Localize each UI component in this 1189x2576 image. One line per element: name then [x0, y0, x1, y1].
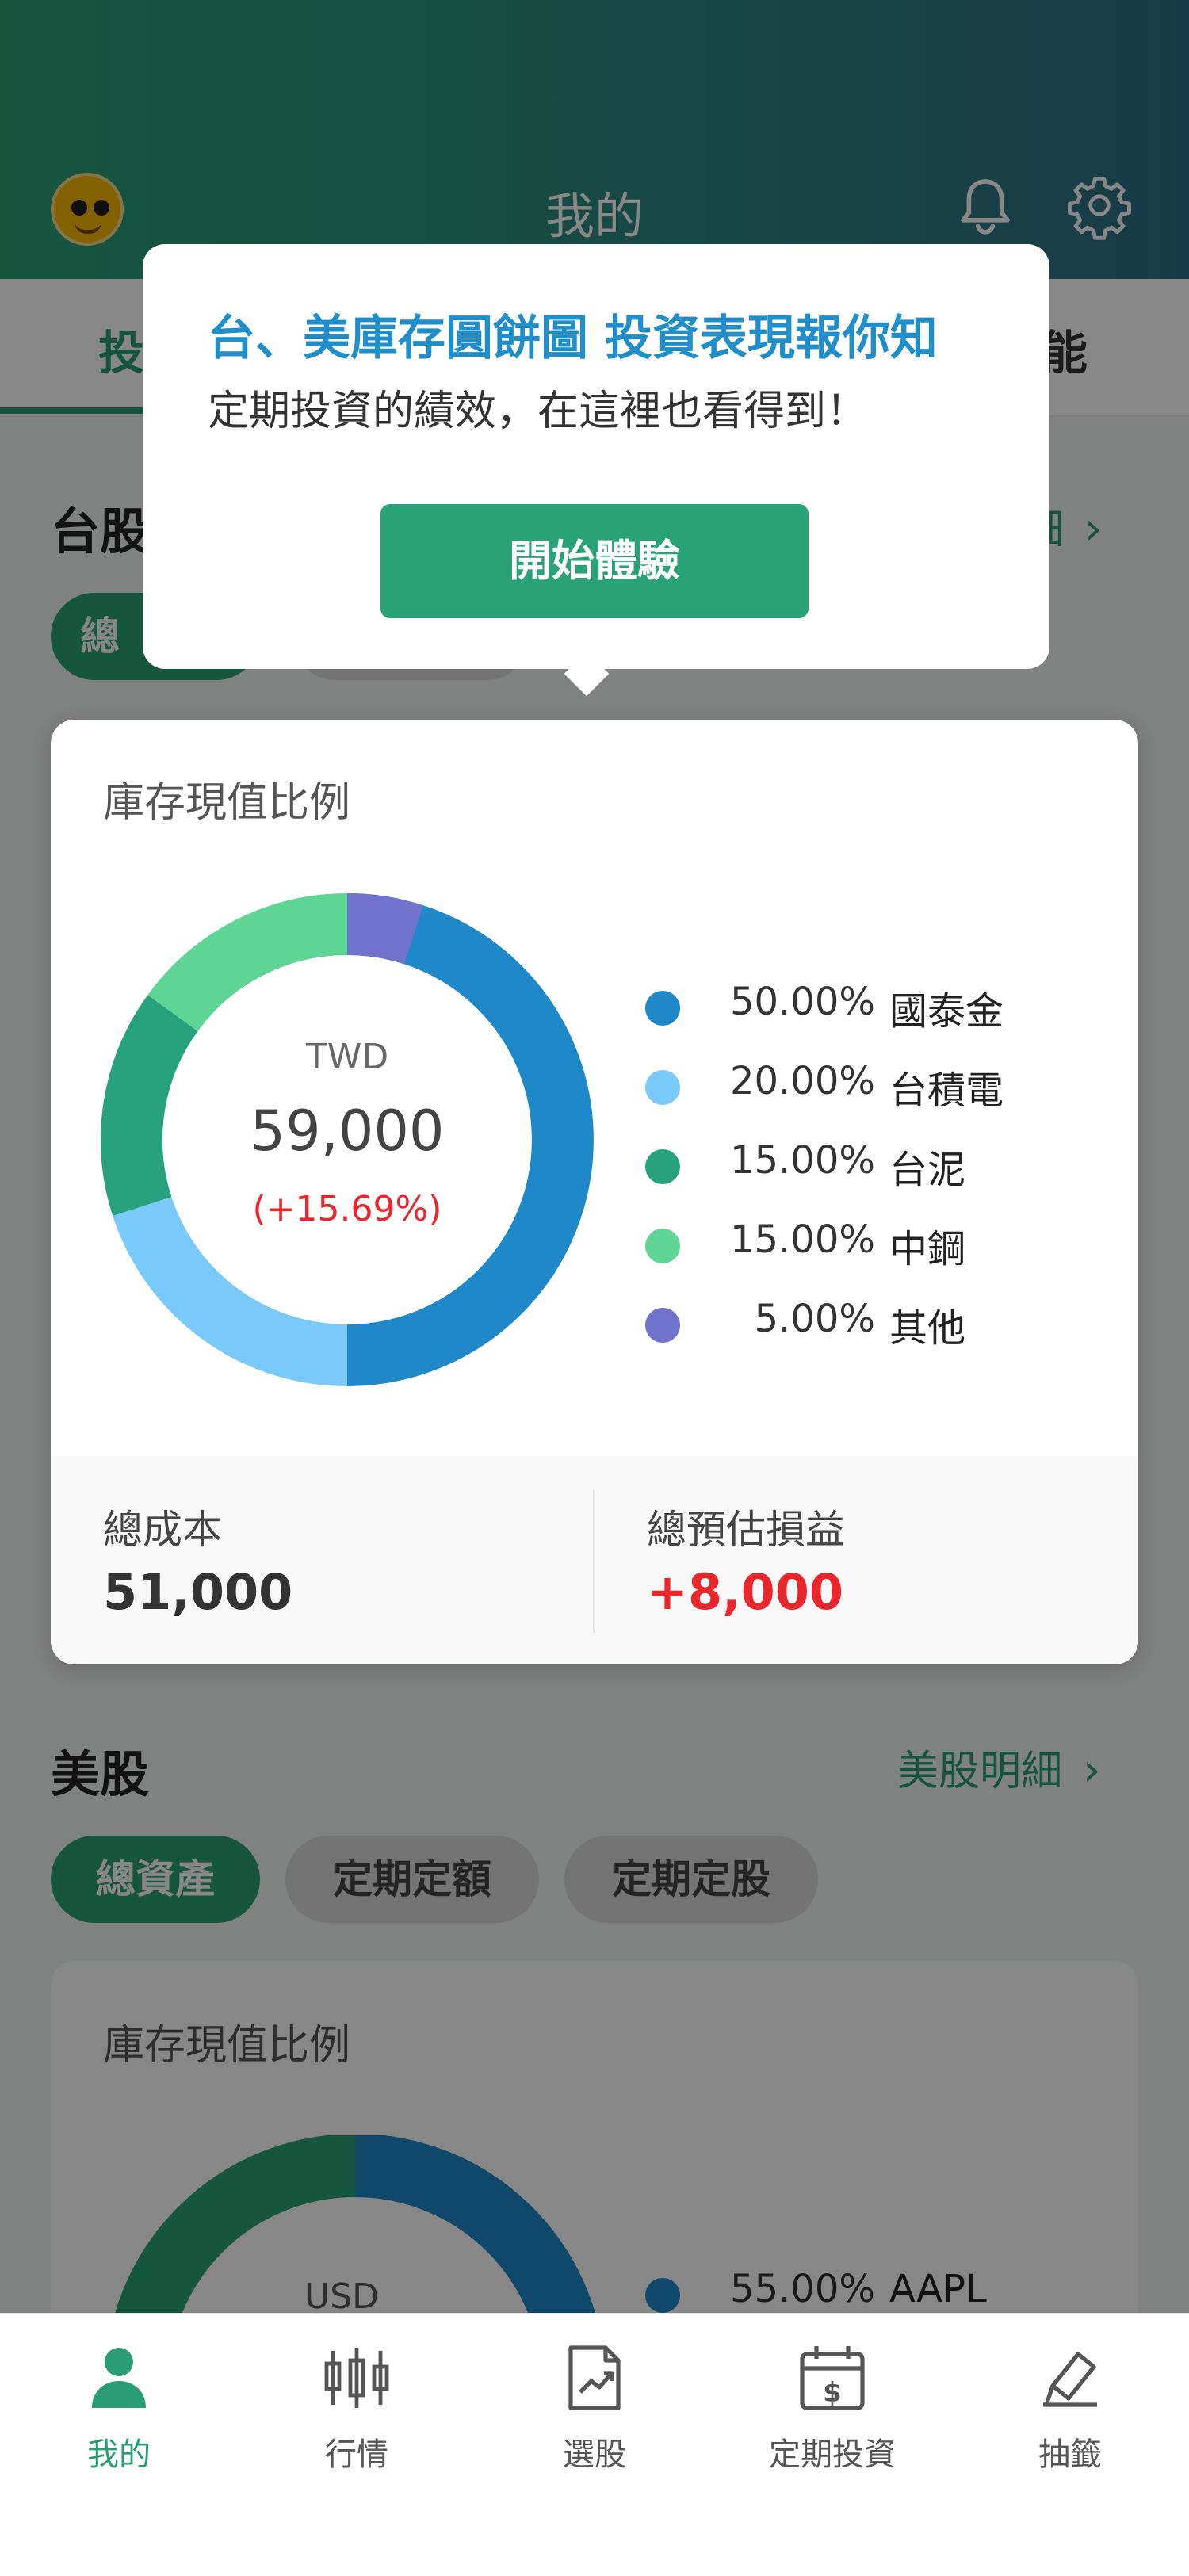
us-holdings-card: 庫存現值比例 USD 55.00% AAPL	[51, 1961, 1138, 2373]
legend-pct: 5.00%	[754, 1297, 875, 1341]
tw-chip-total-label: 總	[80, 613, 120, 659]
us-chip-total[interactable]: 總資產	[51, 1836, 260, 1923]
legend-row: 20.00% 台積電	[645, 1053, 1089, 1116]
us-section-title: 美股	[51, 1745, 150, 1803]
legend-dot	[645, 2278, 680, 2313]
bell-icon[interactable]	[950, 170, 1021, 241]
legend-pct: 20.00%	[729, 1059, 875, 1103]
lottery-icon	[1043, 2352, 1097, 2407]
chevron-right-icon: ›	[1083, 1745, 1101, 1796]
nav-item-mine[interactable]: 我的	[0, 2338, 238, 2475]
legend-pct: 55.00%	[729, 2267, 875, 2311]
calendar-dollar-icon: $	[800, 2346, 865, 2410]
legend-name: AAPL	[889, 2267, 987, 2311]
total-cost-value: 51,000	[103, 1563, 293, 1621]
legend-pct: 50.00%	[729, 980, 875, 1024]
us-chip-regular-amount[interactable]: 定期定額	[285, 1836, 539, 1923]
legend-row: 5.00% 其他	[645, 1290, 1089, 1354]
tw-stats: 總成本 51,000 總預估損益 +8,000	[51, 1457, 1138, 1664]
tw-center-currency: TWD	[305, 1037, 389, 1077]
app-header: 我的	[0, 0, 1189, 279]
feature-popup: 台、美庫存圓餅圖 投資表現報你知 定期投資的績效，在這裡也看得到！ 開始體驗	[143, 244, 1049, 669]
nav-label: 定期投資	[769, 2436, 896, 2473]
legend-pct: 15.00%	[729, 1138, 875, 1183]
tab-investment[interactable]: 投	[98, 315, 144, 382]
popup-subtitle: 定期投資的績效，在這裡也看得到！	[208, 388, 868, 435]
nav-label: 選股	[563, 2436, 626, 2473]
us-chip-regular-shares[interactable]: 定期定股	[564, 1836, 818, 1923]
tw-center-value: 59,000	[250, 1099, 445, 1164]
legend-row: 15.00% 台泥	[645, 1132, 1089, 1195]
legend-name: 中鋼	[889, 1227, 966, 1271]
legend-name: 國泰金	[889, 989, 1004, 1034]
legend-row: 50.00% 國泰金	[645, 973, 1089, 1037]
tw-card-label: 庫存現值比例	[103, 779, 351, 827]
nav-label: 抽籤	[1038, 2436, 1102, 2473]
svg-text:$: $	[823, 2377, 842, 2409]
nav-item-market[interactable]: 行情	[238, 2338, 476, 2475]
tw-holdings-card: 庫存現值比例 TWD 59,000 (+15.69%) 50.00% 國泰金 20.…	[51, 720, 1138, 1664]
legend-dot	[645, 1149, 680, 1184]
donut-slice-3	[147, 893, 348, 1032]
total-pl-label: 總預估損益	[647, 1507, 845, 1553]
tw-section-title: 台股	[51, 503, 150, 560]
nav-label: 行情	[325, 2436, 388, 2473]
gear-icon[interactable]	[1064, 170, 1135, 241]
tw-center-change: (+15.69%)	[252, 1189, 442, 1229]
nav-item-screener[interactable]: 選股	[476, 2338, 713, 2475]
legend-dot	[645, 1308, 680, 1343]
donut-slice-2	[101, 995, 198, 1217]
chevron-right-icon: ›	[1084, 503, 1103, 555]
total-pl-value: +8,000	[647, 1563, 844, 1621]
legend-name: 其他	[889, 1306, 966, 1351]
us-center-currency: USD	[304, 2276, 380, 2317]
start-experience-button[interactable]: 開始體驗	[380, 504, 809, 618]
legend-dot	[645, 1229, 680, 1263]
us-detail-link-label: 美股明細	[897, 1748, 1063, 1795]
stats-divider	[593, 1490, 595, 1633]
legend-name: 台泥	[889, 1148, 966, 1192]
legend-pct: 15.00%	[729, 1217, 875, 1262]
total-cost-label: 總成本	[103, 1507, 222, 1553]
bottom-nav: 我的 行情 選股 $ 定期投資 抽籤	[0, 2313, 1189, 2576]
nav-item-regular-invest[interactable]: $ 定期投資	[713, 2338, 951, 2475]
donut-slice-4	[346, 893, 424, 965]
legend-dot	[645, 1070, 680, 1105]
person-icon	[92, 2348, 146, 2408]
candlestick-icon	[324, 2348, 389, 2408]
popup-title: 台、美庫存圓餅圖 投資表現報你知	[208, 311, 938, 366]
us-card-label: 庫存現值比例	[103, 2022, 351, 2070]
us-detail-link[interactable]: 美股明細 ›	[897, 1737, 1100, 1797]
legend-row: 15.00% 中鋼	[645, 1211, 1089, 1275]
nav-label: 我的	[87, 2436, 151, 2473]
legend-dot	[645, 991, 680, 1026]
legend-name: 台積電	[889, 1068, 1004, 1113]
stock-doc-icon	[568, 2345, 621, 2410]
nav-item-lottery[interactable]: 抽籤	[951, 2338, 1189, 2475]
